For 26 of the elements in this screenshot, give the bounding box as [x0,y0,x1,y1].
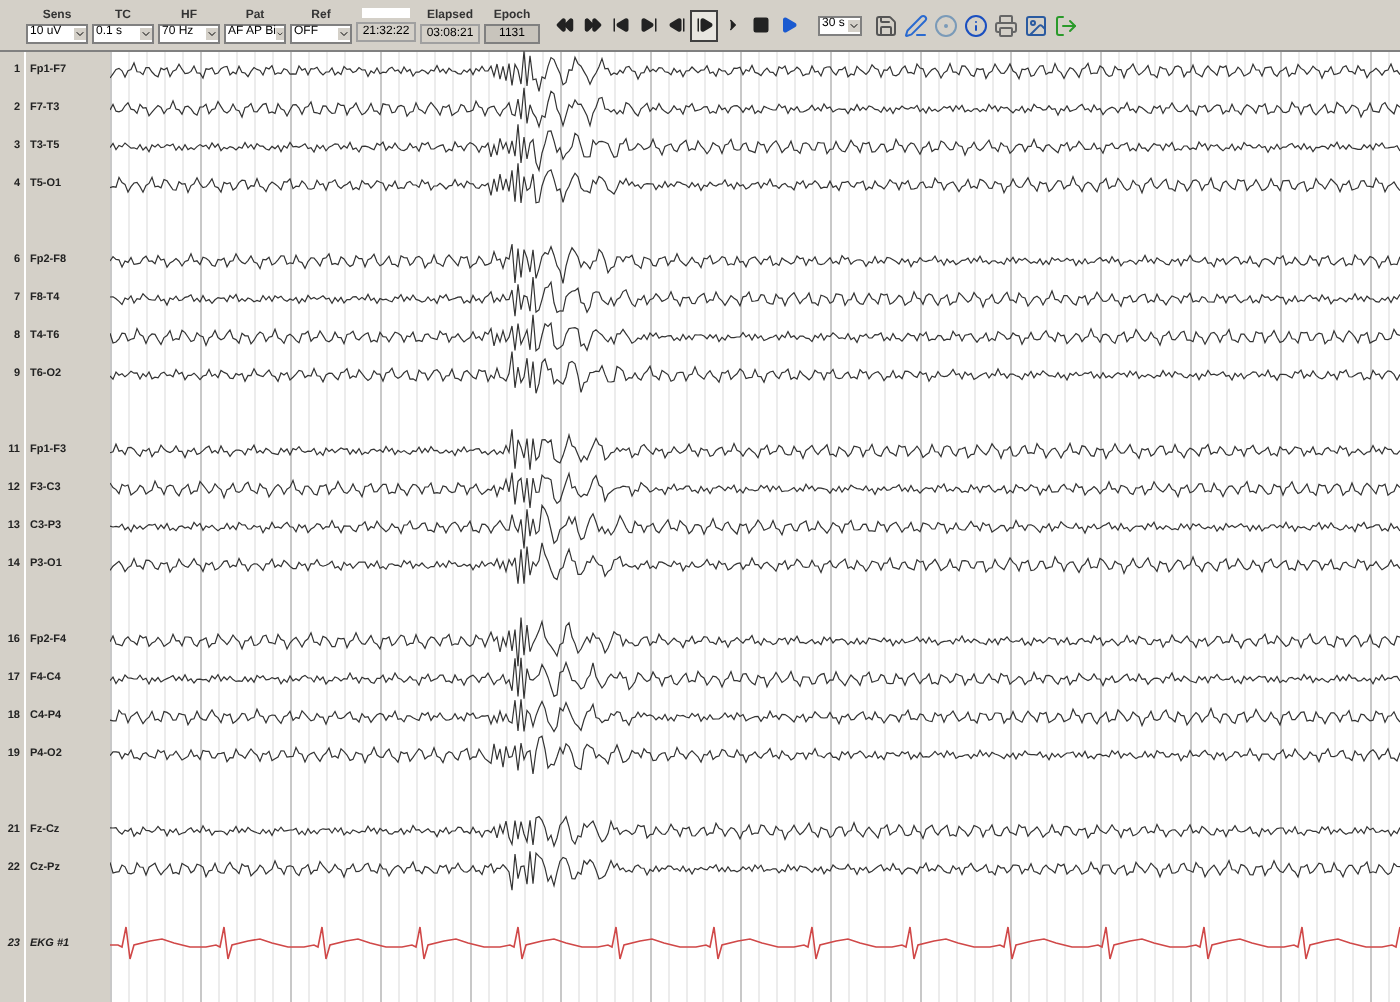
info-icon [963,13,987,37]
save-icon [873,13,897,37]
forward-icon [583,16,601,34]
exit-icon [1053,13,1077,37]
step-back-icon [667,16,685,34]
rewind-icon [555,16,573,34]
print-button[interactable] [990,9,1020,41]
dropdown-arrow-icon [275,27,284,39]
step-forward-icon [695,16,713,34]
dropdown-arrow-icon [206,27,218,39]
last-icon [639,16,657,34]
dropdown-arrow-icon [140,27,152,39]
edit-icon [903,13,927,37]
blank-label [362,8,410,18]
info-button[interactable] [960,9,990,41]
print-icon [993,13,1017,37]
stop-icon [751,16,769,34]
dropdown-arrow-icon [848,19,860,31]
dropdown-arrow-icon [338,27,350,39]
step-forward-button[interactable] [690,9,718,41]
edit-button[interactable] [900,9,930,41]
image-icon [1023,13,1047,37]
dropdown-arrow-icon [74,27,86,39]
target-icon [933,13,957,37]
first-icon [611,16,629,34]
play-icon [779,16,797,34]
